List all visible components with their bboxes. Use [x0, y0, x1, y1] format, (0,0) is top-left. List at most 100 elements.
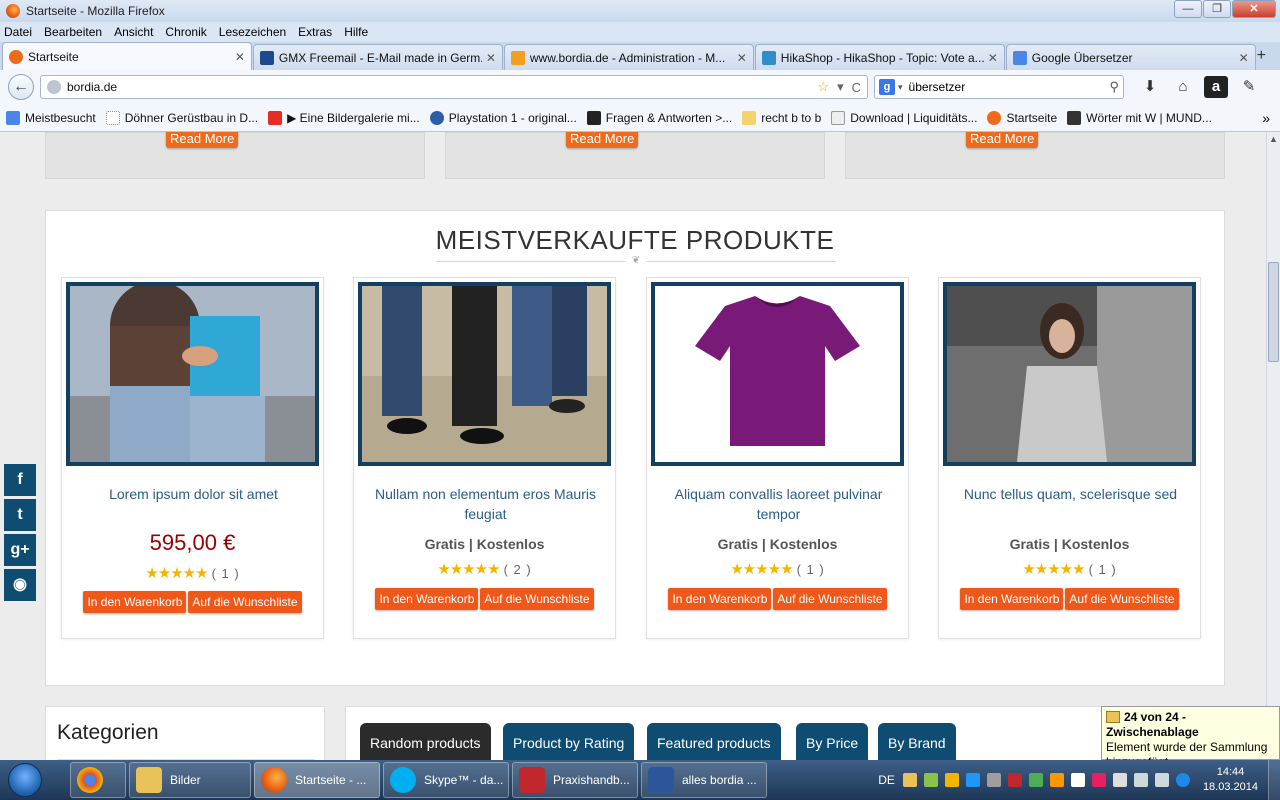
add-to-wishlist-button[interactable]: Auf die Wunschliste: [188, 591, 302, 613]
tray-icon[interactable]: [1007, 773, 1022, 787]
bookmark-fragen[interactable]: Fragen & Antworten >...: [586, 110, 732, 125]
product-name[interactable]: Nullam non elementum eros Mauris feugiat: [364, 484, 607, 524]
bookmark-woerter[interactable]: Wörter mit W | MUND...: [1067, 110, 1212, 125]
rss-icon[interactable]: ◉: [4, 569, 36, 601]
bookmark-bildergalerie[interactable]: ▶ Eine Bildergalerie mi...: [268, 110, 420, 125]
bookmark-playstation[interactable]: Playstation 1 - original...: [429, 110, 577, 125]
close-button[interactable]: ✕: [1232, 0, 1276, 18]
tab-by-brand[interactable]: By Brand: [878, 723, 956, 760]
bookmark-startseite[interactable]: Startseite: [987, 110, 1057, 125]
taskbar-app-chrome[interactable]: [70, 762, 126, 798]
taskbar-app-skype[interactable]: Skype™ - da...: [383, 762, 509, 798]
taskbar-app-word[interactable]: alles bordia ...: [641, 762, 767, 798]
tab-startseite[interactable]: Startseite ✕: [2, 42, 252, 70]
downloads-icon[interactable]: ⬇: [1138, 76, 1162, 98]
google-search-engine-icon[interactable]: g: [879, 79, 895, 95]
product-name[interactable]: Lorem ipsum dolor sit amet: [72, 484, 315, 504]
tray-icon[interactable]: [1028, 773, 1043, 787]
bookmark-recht[interactable]: recht b to b: [742, 110, 821, 125]
add-to-cart-button[interactable]: In den Warenkorb: [668, 588, 772, 610]
clipboard-notification[interactable]: 24 von 24 - Zwischenablage Element wurde…: [1101, 706, 1280, 769]
facebook-icon[interactable]: f: [4, 464, 36, 496]
taskbar-app-pdf[interactable]: Praxishandb...: [512, 762, 638, 798]
url-dropdown-icon[interactable]: ▾: [837, 79, 844, 95]
scroll-up-icon[interactable]: ▲: [1269, 134, 1278, 144]
tab-close-icon[interactable]: ✕: [737, 51, 747, 65]
read-more-button[interactable]: Read More: [966, 132, 1039, 148]
tab-product-by-rating[interactable]: Product by Rating: [503, 723, 635, 760]
bookmark-doehner[interactable]: Döhner Gerüstbau in D...: [105, 110, 258, 125]
add-to-wishlist-button[interactable]: Auf die Wunschliste: [773, 588, 887, 610]
read-more-button[interactable]: Read More: [166, 132, 239, 148]
tab-bordia-admin[interactable]: www.bordia.de - Administration - M... ✕: [503, 44, 754, 70]
tray-icon[interactable]: [923, 773, 938, 787]
product-image[interactable]: [66, 282, 319, 466]
add-to-wishlist-button[interactable]: Auf die Wunschliste: [1065, 588, 1179, 610]
add-to-cart-button[interactable]: In den Warenkorb: [375, 588, 479, 610]
start-button[interactable]: [0, 760, 50, 800]
tray-icon[interactable]: [1112, 773, 1127, 787]
tab-google-translate[interactable]: Google Übersetzer ✕: [1005, 44, 1256, 70]
amazon-icon[interactable]: a: [1204, 76, 1228, 98]
vertical-scrollbar[interactable]: ▲ ▼: [1266, 132, 1280, 760]
tab-featured-products[interactable]: Featured products: [647, 723, 781, 760]
new-tab-button[interactable]: +: [1257, 47, 1266, 65]
search-icon[interactable]: ⚲: [1109, 79, 1119, 95]
taskbar-app-bilder[interactable]: Bilder: [129, 762, 251, 798]
bookmark-download[interactable]: Download | Liquiditäts...: [831, 110, 977, 125]
addon-icon[interactable]: ✎: [1237, 76, 1261, 98]
search-bar[interactable]: g ▾ übersetzer ⚲: [874, 75, 1124, 99]
tab-close-icon[interactable]: ✕: [235, 50, 245, 64]
tray-icon[interactable]: [902, 773, 917, 787]
bookmarks-more-icon[interactable]: »: [1262, 110, 1270, 126]
search-input[interactable]: übersetzer: [909, 80, 1110, 94]
tab-random-products[interactable]: Random products: [360, 723, 491, 760]
add-to-cart-button[interactable]: In den Warenkorb: [83, 591, 187, 613]
add-to-cart-button[interactable]: In den Warenkorb: [960, 588, 1064, 610]
scrollbar-thumb[interactable]: [1268, 262, 1279, 362]
show-desktop-button[interactable]: [1268, 760, 1280, 800]
taskbar-app-firefox[interactable]: Startseite - ...: [254, 762, 380, 798]
twitter-icon[interactable]: t: [4, 499, 36, 531]
volume-icon[interactable]: [1154, 773, 1169, 787]
tab-close-icon[interactable]: ✕: [988, 51, 998, 65]
tray-icon[interactable]: [1091, 773, 1106, 787]
tab-gmx[interactable]: GMX Freemail - E-Mail made in Germ... ✕: [252, 44, 503, 70]
tray-icon[interactable]: [1175, 773, 1190, 787]
menu-extras[interactable]: Extras: [298, 25, 332, 39]
menu-chronik[interactable]: Chronik: [165, 25, 206, 39]
menu-datei[interactable]: Datei: [4, 25, 32, 39]
product-name[interactable]: Aliquam convallis laoreet pulvinar tempo…: [657, 484, 900, 524]
tray-icon[interactable]: [1070, 773, 1085, 787]
tab-hikashop[interactable]: HikaShop - HikaShop - Topic: Vote a... ✕: [754, 44, 1005, 70]
maximize-button[interactable]: ❐: [1203, 0, 1231, 18]
product-name[interactable]: Nunc tellus quam, scelerisque sed: [949, 484, 1192, 504]
tab-by-price[interactable]: By Price: [796, 723, 869, 760]
product-image[interactable]: [651, 282, 904, 466]
tray-icon[interactable]: [965, 773, 980, 787]
language-indicator[interactable]: DE: [878, 773, 895, 787]
google-plus-icon[interactable]: g+: [4, 534, 36, 566]
menu-ansicht[interactable]: Ansicht: [114, 25, 153, 39]
menu-bearbeiten[interactable]: Bearbeiten: [44, 25, 102, 39]
url-input[interactable]: bordia.de: [67, 80, 809, 94]
home-icon[interactable]: ⌂: [1171, 76, 1195, 98]
tray-icon[interactable]: [986, 773, 1001, 787]
url-bar[interactable]: bordia.de ☆ ▾ C: [40, 75, 868, 99]
minimize-button[interactable]: —: [1174, 0, 1202, 18]
chevron-down-icon[interactable]: ▾: [898, 82, 903, 93]
reload-icon[interactable]: C: [852, 80, 861, 95]
read-more-button[interactable]: Read More: [566, 132, 639, 148]
tray-icon[interactable]: [1049, 773, 1064, 787]
back-button[interactable]: ←: [8, 74, 34, 100]
tab-close-icon[interactable]: ✕: [486, 51, 496, 65]
tab-close-icon[interactable]: ✕: [1239, 51, 1249, 65]
tray-icon[interactable]: [944, 773, 959, 787]
menu-lesezeichen[interactable]: Lesezeichen: [219, 25, 286, 39]
bookmark-meistbesucht[interactable]: Meistbesucht: [6, 110, 96, 125]
product-image[interactable]: [943, 282, 1196, 466]
clock[interactable]: 14:44 18.03.2014: [1203, 765, 1258, 795]
network-icon[interactable]: [1133, 773, 1148, 787]
product-image[interactable]: [358, 282, 611, 466]
bookmark-star-icon[interactable]: ☆: [817, 79, 829, 95]
